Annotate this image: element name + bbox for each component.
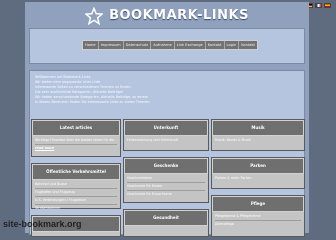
list-item[interactable]: Geschenkideen <box>127 176 205 181</box>
box-unterkunft: Unterkunft Ferienwohnung und Unterkunft <box>123 119 209 151</box>
nav-kontakt[interactable]: Kontakt <box>206 41 225 49</box>
intro-text: Willkommen auf Bookmark-Links Wir bieten… <box>30 75 150 105</box>
logo-text: BOOKMARK-LINKS <box>109 8 249 23</box>
list-item[interactable]: Musik: Bands & Musik <box>215 138 301 143</box>
nav-datenschutz[interactable]: Datenschutz <box>124 41 152 49</box>
box-geschenke: Geschenke Geschenkideen Geschenke für Ki… <box>123 157 209 203</box>
divider <box>35 144 117 145</box>
list-item[interactable]: Altenpflege <box>215 222 301 227</box>
box-title: Geschenke <box>124 158 208 174</box>
list-item[interactable]: Geschenke für Erwachsene <box>127 192 205 197</box>
divider <box>35 188 117 189</box>
box-gesundheit: Gesundheit <box>123 209 209 237</box>
box-latest-articles: Latest articles Wichtige Hinweise über d… <box>31 119 121 157</box>
box-pflege: Pflege Pflegedienst & Pflegeheime Altenp… <box>211 195 305 237</box>
divider <box>35 204 117 205</box>
flag-fr-icon[interactable] <box>315 3 322 8</box>
divider <box>215 220 301 221</box>
read-more-link[interactable]: read more <box>35 146 117 151</box>
logo[interactable]: BOOKMARK-LINKS <box>25 2 309 29</box>
box-title: Unterkunft <box>124 120 208 136</box>
list-item[interactable]: Geschenke für Kinder <box>127 184 205 189</box>
list-item[interactable]: Ferienwohnung und Unterkunft <box>127 138 205 143</box>
box-title: Gesundheit <box>124 210 208 226</box>
watermark: site-bookmark.org <box>3 219 82 229</box>
nav-kontakt-2[interactable]: Kontakt <box>239 41 257 49</box>
box-title: Musik <box>212 120 304 136</box>
box-parken: Parken Parken & mehr Parken <box>211 157 305 189</box>
list-item[interactable]: Flughafen und Flugzeug <box>35 190 117 195</box>
list-item[interactable]: Wichtige Hinweise über die besten Ideen … <box>35 138 117 143</box>
main-content: Willkommen auf Bookmark-Links Wir bieten… <box>29 70 305 237</box>
box-musik: Musik Musik: Bands & Musik <box>211 119 305 151</box>
intro-line: In diesen Bereichen finden Sie interessa… <box>35 100 150 104</box>
divider <box>127 190 205 191</box>
divider <box>35 196 117 197</box>
box-title: Latest articles <box>32 120 120 136</box>
list-item[interactable]: Straßenbahnen <box>35 206 117 211</box>
list-item[interactable]: U.S. Verbindungen / Flugplätze <box>35 198 117 203</box>
box-title: Öffentliche Verkehrsmittel <box>32 164 120 180</box>
page-wrapper: BOOKMARK-LINKS Home Impressum Datenschut… <box>25 2 309 237</box>
nav-home[interactable]: Home <box>83 41 99 49</box>
flag-es-icon[interactable] <box>324 3 331 8</box>
list-item[interactable]: Pflegedienst & Pflegeheime <box>215 214 301 219</box>
box-title: Pflege <box>212 196 304 212</box>
divider <box>127 182 205 183</box>
nav-impressum[interactable]: Impressum <box>99 41 124 49</box>
nav-link-exchange[interactable]: Link Exchange <box>175 41 206 49</box>
nav-login[interactable]: Login <box>225 41 240 49</box>
list-item[interactable]: Bahnhof und Busse <box>35 182 117 187</box>
header-panel: Home Impressum Datenschutz Aufnahme Link… <box>29 28 305 64</box>
star-icon <box>85 6 104 25</box>
box-verkehrsmittel: Öffentliche Verkehrsmittel Bahnhof und B… <box>31 163 121 211</box>
box-title: Parken <box>212 158 304 174</box>
main-nav: Home Impressum Datenschutz Aufnahme Link… <box>82 40 258 50</box>
nav-aufnahme[interactable]: Aufnahme <box>151 41 175 49</box>
list-item[interactable]: Parken & mehr Parken <box>215 176 301 181</box>
